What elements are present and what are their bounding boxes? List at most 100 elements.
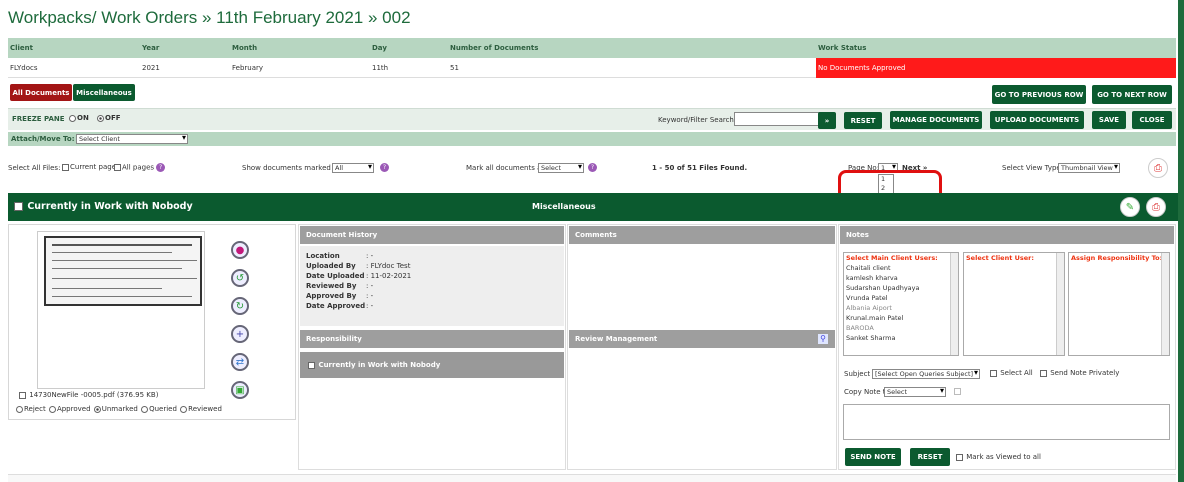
mark-all-select[interactable]: Select — [538, 163, 584, 173]
subject-label: Subject : — [844, 370, 875, 378]
list-item[interactable]: Krunal.main Patel — [844, 313, 958, 323]
current-page-checkbox[interactable] — [62, 163, 69, 171]
responsibility-item[interactable]: Currently in Work with Nobody — [300, 352, 564, 378]
assign-scrollbar[interactable] — [1161, 253, 1169, 355]
queried-radio[interactable] — [141, 405, 149, 413]
section-status[interactable]: Currently in Work with Nobody — [14, 201, 193, 212]
notes-header: Notes — [840, 226, 1174, 244]
file-item[interactable]: 14730NewFile -0005.pdf (376.95 KB) — [19, 391, 158, 399]
cell-day: 11th — [372, 64, 389, 72]
note-textarea[interactable] — [843, 404, 1170, 440]
unmarked-radio[interactable] — [93, 405, 101, 413]
view-type-select[interactable]: Thumbnail View — [1058, 163, 1120, 173]
next-row-button[interactable]: GO TO NEXT ROW — [1092, 85, 1172, 104]
help-icon[interactable]: ? — [156, 163, 166, 172]
notes-reset-button[interactable]: RESET — [910, 448, 950, 466]
client-users-list[interactable]: Select Client User: — [963, 252, 1065, 356]
select-all-option[interactable]: Select All — [990, 369, 1033, 377]
keyword-label: Keyword/Filter Search: — [658, 116, 737, 124]
freeze-off[interactable]: OFF — [96, 114, 121, 122]
section-header: Currently in Work with Nobody Miscellane… — [8, 193, 1178, 221]
freeze-on-label: ON — [77, 114, 89, 122]
list-item[interactable]: kamlesh kharva — [844, 273, 958, 283]
client-users-scrollbar[interactable] — [1056, 253, 1064, 355]
list-item[interactable]: Sudarshan Upadhyaya — [844, 283, 958, 293]
add-note-icon[interactable]: ✎ — [1120, 197, 1140, 217]
table-header: Client Year Month Day Number of Document… — [8, 38, 1176, 58]
main-users-label: Select Main Client Users: — [846, 254, 938, 262]
mark-viewed-option[interactable]: Mark as Viewed to all — [956, 453, 1041, 461]
select-all-files-label: Select All Files: — [8, 164, 61, 172]
section-status-label: Currently in Work with Nobody — [27, 201, 193, 212]
list-item[interactable]: Albania Aiport — [844, 303, 958, 313]
upload-documents-button[interactable]: UPLOAD DOCUMENTS — [990, 111, 1084, 129]
search-go-button[interactable]: » — [818, 112, 836, 129]
keyword-input[interactable] — [734, 112, 820, 126]
review-header: Review Management — [569, 330, 835, 348]
add-page-icon[interactable]: + — [231, 325, 249, 343]
history-reviewed-by-val: : - — [366, 282, 374, 290]
all-pages-option[interactable]: All pages? — [114, 163, 166, 172]
rotate-left-icon[interactable]: ↺ — [231, 269, 249, 287]
copy-note-checkbox[interactable] — [954, 388, 961, 395]
current-page-option[interactable]: Current page — [62, 163, 116, 171]
copy-note-select[interactable]: Select — [884, 387, 946, 397]
document-thumbnail[interactable] — [37, 231, 205, 389]
main-users-list[interactable]: Select Main Client Users: Chaitali clien… — [843, 252, 959, 356]
select-all-label: Select All — [1000, 369, 1033, 377]
list-item[interactable]: Sanket Sharma — [844, 333, 958, 343]
close-button[interactable]: CLOSE — [1132, 111, 1172, 129]
approved-label: Approved — [56, 405, 91, 413]
freeze-off-radio[interactable] — [97, 114, 104, 122]
search-icon[interactable]: ⚲ — [818, 334, 828, 344]
reviewed-radio[interactable] — [180, 405, 188, 413]
manage-documents-button[interactable]: MANAGE DOCUMENTS — [890, 111, 982, 129]
tab-all-documents[interactable]: All Documents — [10, 84, 72, 101]
freeze-on-radio[interactable] — [69, 114, 76, 122]
section-checkbox[interactable] — [14, 202, 23, 211]
image-icon[interactable]: ▣ — [231, 381, 249, 399]
responsibility-checkbox[interactable] — [308, 361, 315, 369]
col-month: Month — [232, 44, 258, 52]
help-icon[interactable]: ? — [380, 163, 389, 172]
thumbnail-image — [44, 236, 202, 306]
history-uploaded-by-key: Uploaded By — [306, 262, 356, 270]
section-category: Miscellaneous — [532, 202, 596, 211]
send-note-button[interactable]: SEND NOTE — [845, 448, 901, 466]
list-item[interactable]: BARODA — [844, 323, 958, 333]
reject-radio[interactable] — [16, 405, 23, 413]
list-item[interactable]: Chaitali client — [844, 263, 958, 273]
send-private-checkbox[interactable] — [1040, 369, 1047, 377]
history-date-uploaded-key: Date Uploaded — [306, 272, 365, 280]
replace-icon[interactable]: ⇄ — [231, 353, 249, 371]
view-icon[interactable]: ● — [231, 241, 249, 259]
all-pages-checkbox[interactable] — [114, 164, 121, 171]
mark-viewed-checkbox[interactable] — [956, 453, 963, 461]
main-users-scrollbar[interactable] — [950, 253, 958, 355]
pdf-icon[interactable]: ⎙ — [1146, 197, 1166, 217]
list-item[interactable]: Vrunda Patel — [844, 293, 958, 303]
right-edge-bar — [1178, 0, 1184, 482]
work-status-badge: No Documents Approved — [816, 58, 1176, 78]
rotate-right-icon[interactable]: ↻ — [231, 297, 249, 315]
mark-options: Reject Approved Unmarked Queried Reviewe… — [15, 405, 222, 413]
send-private-option[interactable]: Send Note Privately — [1040, 369, 1119, 377]
col-work-status: Work Status — [818, 44, 867, 52]
assign-responsibility-list[interactable]: Assign Responsibility To: — [1068, 252, 1170, 356]
approved-radio[interactable] — [48, 405, 56, 413]
attach-client-select[interactable]: Select Client — [76, 134, 188, 144]
tab-miscellaneous[interactable]: Miscellaneous — [73, 84, 135, 101]
history-header: Document History — [300, 226, 564, 244]
help-icon[interactable]: ? — [588, 163, 597, 172]
pdf-export-icon[interactable]: ⎙ — [1148, 158, 1168, 178]
prev-row-button[interactable]: GO TO PREVIOUS ROW — [992, 85, 1086, 104]
reviewed-label: Reviewed — [188, 405, 222, 413]
reset-button[interactable]: RESET — [844, 112, 882, 129]
show-marked-select[interactable]: All — [332, 163, 374, 173]
select-all-checkbox[interactable] — [990, 369, 997, 377]
save-button[interactable]: SAVE — [1092, 111, 1126, 129]
freeze-on[interactable]: ON — [68, 114, 89, 122]
subject-select[interactable]: [Select Open Queries Subject] — [872, 369, 980, 379]
file-checkbox[interactable] — [19, 391, 26, 399]
history-date-approved-val: : - — [366, 302, 374, 310]
